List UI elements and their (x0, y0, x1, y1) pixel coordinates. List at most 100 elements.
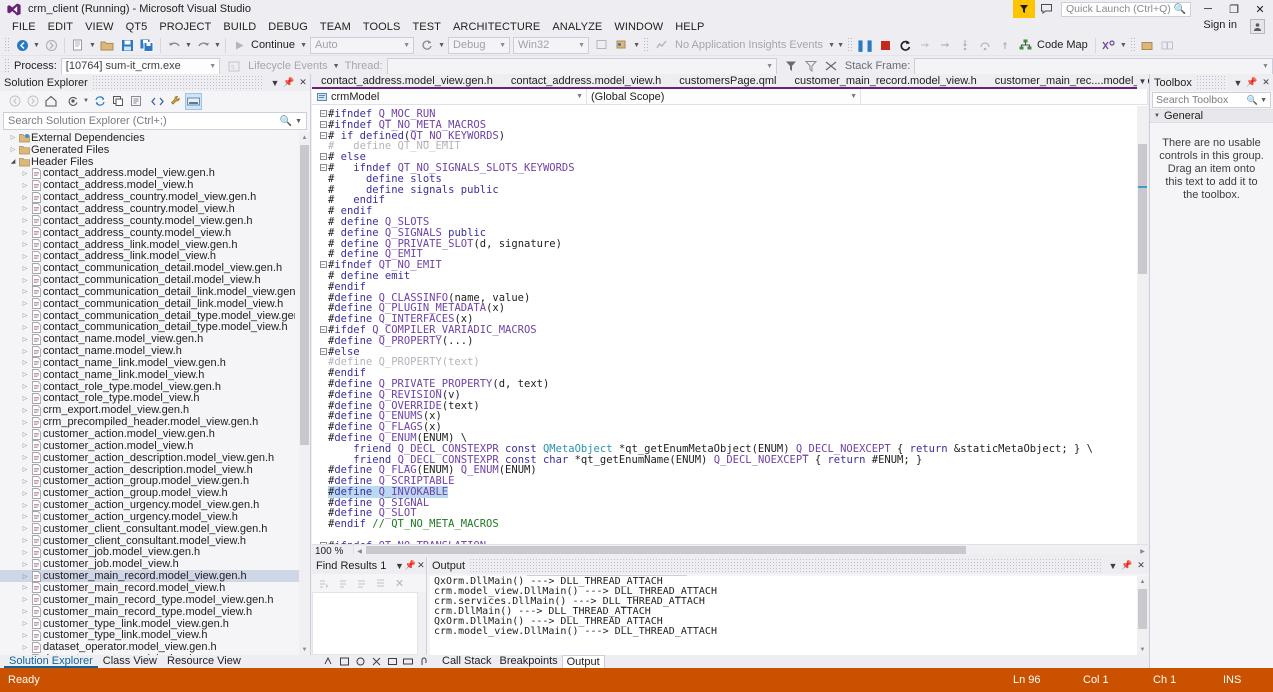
new-project-icon[interactable] (68, 36, 88, 55)
chevron-down-icon[interactable]: ▼ (268, 75, 282, 90)
chevron-right-icon[interactable]: ▷ (20, 573, 30, 580)
fold-toggle-icon[interactable]: − (318, 131, 328, 142)
pin-icon[interactable]: 📌 (1120, 558, 1134, 573)
tree-item-file[interactable]: ▷contact_address_country.model_view.h (0, 203, 299, 215)
code-line[interactable]: # define Q_EMIT (328, 249, 1137, 260)
code-line[interactable]: #endif // QT_NO_META_MACROS (328, 519, 1137, 530)
tree-item-file[interactable]: ▷contact_address.model_view.h (0, 179, 299, 191)
step-out-icon[interactable] (995, 36, 1015, 55)
chevron-right-icon[interactable]: ▷ (8, 146, 18, 153)
insights-dropdown[interactable]: ▼ (827, 42, 836, 49)
menu-item-build[interactable]: BUILD (217, 20, 262, 34)
menu-item-team[interactable]: TEAM (314, 20, 357, 34)
debug-target-combo[interactable]: Auto ▼ (310, 37, 414, 54)
attach-to-process-icon[interactable] (592, 36, 612, 55)
pin-toolbar-icon[interactable] (612, 36, 632, 55)
code-map-icon[interactable] (1015, 36, 1035, 55)
process-combo[interactable]: [10764] sum-it_crm.exe ▼ (61, 58, 220, 75)
chevron-right-icon[interactable]: ▷ (20, 490, 30, 497)
back-icon[interactable] (6, 93, 23, 110)
chevron-right-icon[interactable]: ▷ (20, 253, 30, 260)
collapse-all-icon[interactable] (109, 93, 126, 110)
chevron-down-icon[interactable]: ▼ (1231, 75, 1245, 90)
immediate-icon[interactable] (368, 655, 384, 668)
tree-item-file[interactable]: ▷contact_name.model_view.gen.h (0, 333, 299, 345)
chevron-right-icon[interactable]: ▷ (20, 277, 30, 284)
menu-item-test[interactable]: TEST (406, 20, 447, 34)
output-icon[interactable] (384, 655, 400, 668)
tree-item-file[interactable]: ▷customer_action_description.model_view.… (0, 464, 299, 476)
chevron-right-icon[interactable]: ▷ (20, 513, 30, 520)
chevron-right-icon[interactable]: ▷ (20, 596, 30, 603)
tree-item-file[interactable]: ▷customer_job.model_view.h (0, 558, 299, 570)
code-line-selected[interactable]: #define Q_INVOKABLE (328, 487, 1137, 498)
debug-settings-icon[interactable] (1099, 36, 1119, 55)
menu-item-project[interactable]: PROJECT (153, 20, 217, 34)
chevron-right-icon[interactable]: ▷ (20, 466, 30, 473)
pause-icon[interactable]: ❚❚ (855, 36, 875, 55)
chevron-right-icon[interactable]: ▷ (20, 217, 30, 224)
close-button[interactable]: ✕ (1247, 0, 1273, 18)
tree-item-file[interactable]: ▷customer_action.model_view.gen.h (0, 428, 299, 440)
tree-item-file[interactable]: ▷contact_address_country.model_view.gen.… (0, 191, 299, 203)
clear-icon[interactable] (372, 575, 389, 592)
solution-explorer-search-input[interactable]: Search Solution Explorer (Ctrl+;) 🔍 ▼ (3, 112, 307, 130)
fold-toggle-icon[interactable]: − (318, 347, 328, 358)
chevron-right-icon[interactable]: ▷ (20, 537, 30, 544)
scrollbar-thumb[interactable] (300, 145, 309, 445)
navigate-forward-icon[interactable] (41, 36, 61, 55)
tree-item-file[interactable]: ▷contact_communication_detail.model_view… (0, 274, 299, 286)
solution-explorer-tree[interactable]: ▷External Dependencies▷Generated Files◢H… (0, 132, 310, 655)
refresh-dropdown[interactable]: ▼ (437, 42, 446, 49)
menu-item-tools[interactable]: TOOLS (357, 20, 407, 34)
tree-item-file[interactable]: ▷contact_address_county.model_view.gen.h (0, 215, 299, 227)
tree-item-file[interactable]: ▷customer_main_record_type.model_view.ge… (0, 594, 299, 606)
scrollbar-thumb[interactable] (1138, 144, 1147, 274)
find-results-scrollbar[interactable] (418, 592, 426, 655)
scroll-up-icon[interactable]: ▲ (299, 132, 310, 143)
insights-events-label[interactable]: No Application Insights Events (671, 39, 827, 51)
scrollbar-thumb[interactable] (1138, 589, 1147, 629)
redo-dropdown[interactable]: ▼ (213, 42, 222, 49)
output-vertical-scrollbar[interactable]: ▲ ▼ (1137, 576, 1148, 655)
threads-icon[interactable] (416, 655, 432, 668)
tree-item-file[interactable]: ▷contact_address_link.model_view.gen.h (0, 239, 299, 251)
tree-item-file[interactable]: ▷contact_address_link.model_view.h (0, 250, 299, 262)
chevron-right-icon[interactable]: ▷ (20, 265, 30, 272)
find-next-icon[interactable] (315, 575, 332, 592)
chevron-down-icon[interactable]: ▼ (394, 558, 404, 573)
code-line[interactable]: # ifndef QT_NO_SIGNALS_SLOTS_KEYWORDS (328, 163, 1137, 174)
toggle-threads-icon[interactable] (821, 57, 841, 76)
tree-item-file[interactable]: ▷contact_address.model_view.gen.h (0, 168, 299, 180)
code-line[interactable]: # define signals public (328, 185, 1137, 196)
find-prev-icon[interactable] (334, 575, 351, 592)
menu-item-debug[interactable]: DEBUG (262, 20, 314, 34)
chevron-right-icon[interactable]: ▷ (20, 229, 30, 236)
output-text[interactable]: QxOrm.DllMain() ---> DLL_THREAD_ATTACHcr… (430, 576, 1137, 655)
chevron-right-icon[interactable]: ▷ (20, 288, 30, 295)
chevron-right-icon[interactable]: ▷ (20, 644, 30, 651)
step-over-icon[interactable] (975, 36, 995, 55)
tree-item-file[interactable]: ▷contact_communication_detail_link.model… (0, 298, 299, 310)
pin-icon[interactable]: 📌 (282, 75, 296, 90)
tree-item-file[interactable]: ▷contact_communication_detail_link.model… (0, 286, 299, 298)
tree-item-file[interactable]: ▷contact_name_link.model_view.h (0, 369, 299, 381)
tree-item-file[interactable]: ▷crm_export.model_view.gen.h (0, 404, 299, 416)
fold-toggle-icon[interactable]: − (318, 325, 328, 336)
tree-item-file[interactable]: ▷customer_main_record_type.model_view.h (0, 606, 299, 618)
code-line[interactable]: #define Q_SCRIPTABLE (328, 476, 1137, 487)
chevron-right-icon[interactable]: ▷ (20, 442, 30, 449)
tab-overflow-icon[interactable]: ▼ (1137, 74, 1148, 89)
tree-item-folder[interactable]: ▷Generated Files (0, 144, 299, 156)
editor-vertical-scrollbar[interactable] (1137, 106, 1148, 544)
flag-filter-icon[interactable] (801, 57, 821, 76)
bottom-tab-breakpoints[interactable]: Breakpoints (496, 655, 562, 668)
chevron-right-icon[interactable]: ▷ (20, 383, 30, 390)
step-icon[interactable] (935, 36, 955, 55)
menu-item-edit[interactable]: EDIT (42, 20, 79, 34)
tree-item-file[interactable]: ▷customer_action_urgency.model_view.gen.… (0, 499, 299, 511)
code-line[interactable]: # define Q_PRIVATE_SLOT(d, signature) (328, 239, 1137, 250)
member-scope-combo[interactable]: (Global Scope) ▼ (587, 89, 861, 104)
tree-item-file[interactable]: ▷customer_type_link.model_view.gen.h (0, 618, 299, 630)
sync-with-active-document-icon[interactable] (64, 93, 81, 110)
